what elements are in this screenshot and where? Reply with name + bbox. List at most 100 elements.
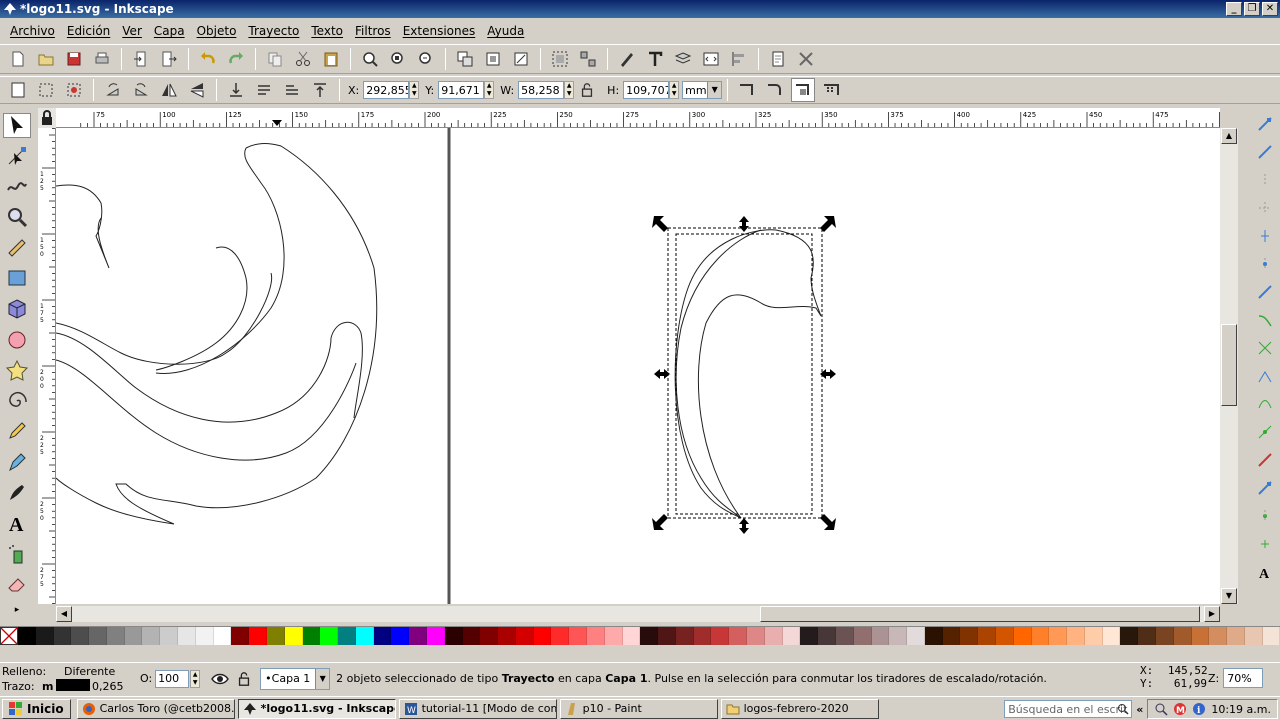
flip-horizontal-button[interactable] [157,78,181,102]
close-button[interactable]: ✕ [1262,2,1278,16]
color-swatch[interactable] [142,627,161,645]
color-swatch[interactable] [320,627,339,645]
start-button[interactable]: Inicio [2,698,71,719]
opacity-input[interactable] [155,669,190,688]
star-tool[interactable] [3,358,31,383]
color-swatch[interactable] [675,627,694,645]
menu-trayecto[interactable]: Trayecto [242,24,305,38]
undo-button[interactable] [196,47,220,71]
desktop-search-input[interactable]: Búsqueda en el escrit [1004,700,1133,718]
color-swatch[interactable] [995,627,1014,645]
gmail-icon[interactable]: M [1173,702,1187,716]
paste-button[interactable] [319,47,343,71]
zoom-tool[interactable] [3,205,31,230]
color-swatch[interactable] [231,627,250,645]
y-spinner[interactable]: ▲ ▼ [484,81,495,99]
h-input[interactable] [623,81,670,99]
toggle-lock-button[interactable] [236,667,252,691]
menu-ver[interactable]: Ver [116,24,148,38]
color-swatch[interactable] [284,627,303,645]
lock-proportions-button[interactable] [579,78,595,102]
menu-texto[interactable]: Texto [305,24,349,38]
handle-bottom[interactable] [739,518,749,534]
handle-top-right[interactable] [820,216,836,232]
scroll-down-button[interactable]: ▼ [1221,588,1237,604]
color-swatch[interactable] [89,627,107,645]
menu-capa[interactable]: Capa [148,24,191,38]
redo-button[interactable] [224,47,248,71]
menu-ayuda[interactable]: Ayuda [481,24,530,38]
scroll-left-button[interactable]: ◀ [56,606,72,622]
snap-bbox-button[interactable] [1254,140,1276,164]
vertical-scroll-thumb[interactable] [1221,324,1237,406]
toggle-visibility-button[interactable] [208,667,232,691]
import-button[interactable] [129,47,153,71]
layer-select[interactable]: •Capa 1 ▼ [260,667,331,690]
color-swatch[interactable] [782,627,801,645]
color-swatch[interactable] [640,627,659,645]
handle-top-left[interactable] [652,216,668,232]
scale-stroke-button[interactable] [735,78,759,102]
toolbox-more-button[interactable]: ▸ [3,602,31,617]
color-swatch[interactable] [729,627,748,645]
color-swatch[interactable] [1013,627,1032,645]
open-button[interactable] [34,47,58,71]
handle-top[interactable] [739,216,749,232]
snap-paths-button[interactable] [1254,308,1276,332]
align-distribute-button[interactable] [727,47,751,71]
color-swatch[interactable] [1120,627,1139,645]
color-swatch[interactable] [1244,627,1263,645]
taskbar-item-firefox[interactable]: Carlos Toro (@cetb2008... [76,698,235,719]
fill-stroke-button[interactable] [615,47,639,71]
menu-edicion[interactable]: Edición [61,24,116,38]
color-swatch[interactable] [195,627,214,645]
taskbar-item-word[interactable]: Wtutorial-11 [Modo de com... [398,698,557,719]
snap-intersections-button[interactable] [1254,336,1276,360]
select-all-button[interactable] [6,78,30,102]
maximize-button[interactable]: ❐ [1244,2,1260,16]
pencil-tool[interactable] [3,419,31,444]
color-swatch[interactable] [1227,627,1245,645]
preferences-button[interactable] [794,47,818,71]
print-button[interactable] [90,47,114,71]
selector-tool[interactable] [3,113,31,138]
color-swatch[interactable] [942,627,961,645]
snap-enable-button[interactable] [1254,112,1276,136]
stroke-color-swatch[interactable] [56,678,90,691]
snap-grid-button[interactable] [1254,532,1276,556]
color-swatch[interactable] [498,627,516,645]
menu-archivo[interactable]: Archivo [4,24,61,38]
clone-button[interactable] [481,47,505,71]
unlink-clone-button[interactable] [509,47,533,71]
color-swatch[interactable] [178,627,196,645]
y-input[interactable] [438,81,485,99]
copy-button[interactable] [263,47,287,71]
snap-bbox-corner-button[interactable] [1254,196,1276,220]
color-swatch[interactable] [338,627,356,645]
save-button[interactable] [62,47,86,71]
spray-tool[interactable] [3,541,31,566]
rotate-ccw-button[interactable] [101,78,125,102]
menu-extensiones[interactable]: Extensiones [397,24,482,38]
scroll-up-button[interactable]: ▲ [1221,128,1237,144]
spiral-tool[interactable] [3,388,31,413]
color-swatch[interactable] [1102,627,1121,645]
color-swatch[interactable] [409,627,427,645]
color-swatch[interactable] [35,627,54,645]
pen-tool[interactable] [3,450,31,475]
document-properties-button[interactable] [766,47,790,71]
x-spinner[interactable]: ▲ ▼ [409,81,420,99]
h-spinner[interactable]: ▲ ▼ [669,81,680,99]
rectangle-tool[interactable] [3,266,31,291]
color-swatch[interactable] [426,627,445,645]
vertical-ruler[interactable]: 125150175200225250275300 [38,128,56,604]
tray-expand-icon[interactable]: « [1136,703,1143,716]
ungroup-button[interactable] [576,47,600,71]
rotate-cw-button[interactable] [129,78,153,102]
color-swatch[interactable] [1067,627,1085,645]
color-swatch[interactable] [1173,627,1192,645]
color-swatch[interactable] [853,627,872,645]
color-swatch[interactable] [444,627,463,645]
duplicate-button[interactable] [453,47,477,71]
color-swatch[interactable] [302,627,321,645]
